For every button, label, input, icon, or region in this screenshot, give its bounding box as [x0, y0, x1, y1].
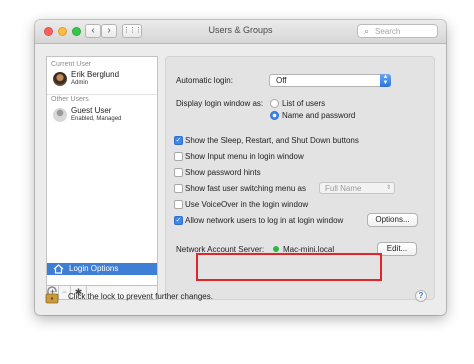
checkbox-show-password-hints[interactable]	[174, 168, 183, 177]
checkbox-show-power-buttons-label: Show the Sleep, Restart, and Shut Down b…	[185, 136, 359, 145]
user-role: Admin	[71, 80, 89, 86]
status-green-dot-icon	[273, 246, 279, 252]
other-users-header: Other Users	[51, 96, 89, 103]
checkbox-fast-user-switching-label: Show fast user switching menu as	[185, 184, 306, 193]
sidebar-divider	[47, 94, 157, 95]
sidebar-user-erik[interactable]: Erik Berglund Admin	[47, 70, 157, 90]
fast-user-switching-value: Full Name	[325, 184, 362, 193]
question-mark-icon: ?	[418, 291, 424, 300]
checkbox-allow-network-users[interactable]: ✓	[174, 216, 183, 225]
lock-message: Click the lock to prevent further change…	[68, 292, 213, 301]
radio-list-of-users[interactable]	[270, 99, 279, 108]
user-avatar	[53, 72, 67, 86]
sidebar-user-guest[interactable]: Guest User Enabled, Managed	[47, 106, 157, 126]
checkbox-show-input-menu-label: Show Input menu in login window	[185, 152, 304, 161]
users-sidebar: Current User Erik Berglund Admin Other U…	[46, 56, 158, 286]
checkbox-use-voiceover-label: Use VoiceOver in the login window	[185, 200, 309, 209]
checkbox-show-password-hints-label: Show password hints	[185, 168, 261, 177]
sidebar-item-login-options[interactable]: Login Options	[47, 263, 157, 275]
search-field[interactable]: ⌕ Search	[357, 24, 438, 38]
user-name: Guest User	[71, 106, 112, 115]
radio-list-of-users-label: List of users	[282, 99, 326, 108]
users-groups-window: ‹ › ⋮⋮⋮ Users & Groups ⌕ Search Current …	[35, 20, 446, 315]
highlight-box	[196, 253, 382, 281]
checkbox-use-voiceover[interactable]	[174, 200, 183, 209]
current-user-header: Current User	[51, 61, 92, 68]
checkbox-show-input-menu[interactable]	[174, 152, 183, 161]
fast-user-switching-select[interactable]: Full Name ⇕	[319, 182, 395, 194]
radio-name-and-password-label: Name and password	[282, 111, 356, 120]
user-role: Enabled, Managed	[71, 116, 122, 122]
lock-icon[interactable]	[45, 286, 59, 304]
automatic-login-select[interactable]: Off ▲ ▼	[269, 74, 391, 87]
user-name: Erik Berglund	[71, 70, 120, 79]
search-placeholder: Search	[375, 27, 401, 36]
search-icon: ⌕	[364, 26, 370, 36]
display-login-label: Display login window as:	[176, 99, 264, 108]
automatic-login-value: Off	[276, 76, 287, 85]
automatic-login-label: Automatic login:	[176, 76, 233, 85]
checkbox-allow-network-users-label: Allow network users to log in at login w…	[185, 216, 344, 225]
help-button[interactable]: ?	[415, 290, 427, 302]
chevron-up-down-icon: ▲ ▼	[380, 74, 391, 87]
house-icon	[53, 264, 64, 274]
edit-server-button[interactable]: Edit...	[377, 242, 417, 256]
radio-name-and-password[interactable]	[270, 111, 279, 120]
sidebar-item-label: Login Options	[69, 264, 119, 273]
title-bar: ‹ › ⋮⋮⋮ Users & Groups ⌕ Search	[35, 20, 446, 44]
guest-avatar-icon	[53, 108, 67, 122]
minus-icon: −	[61, 287, 68, 297]
checkbox-fast-user-switching[interactable]	[174, 184, 183, 193]
checkbox-show-power-buttons[interactable]: ✓	[174, 136, 183, 145]
chevron-up-down-icon: ⇕	[385, 185, 391, 191]
options-button[interactable]: Options...	[367, 213, 418, 227]
